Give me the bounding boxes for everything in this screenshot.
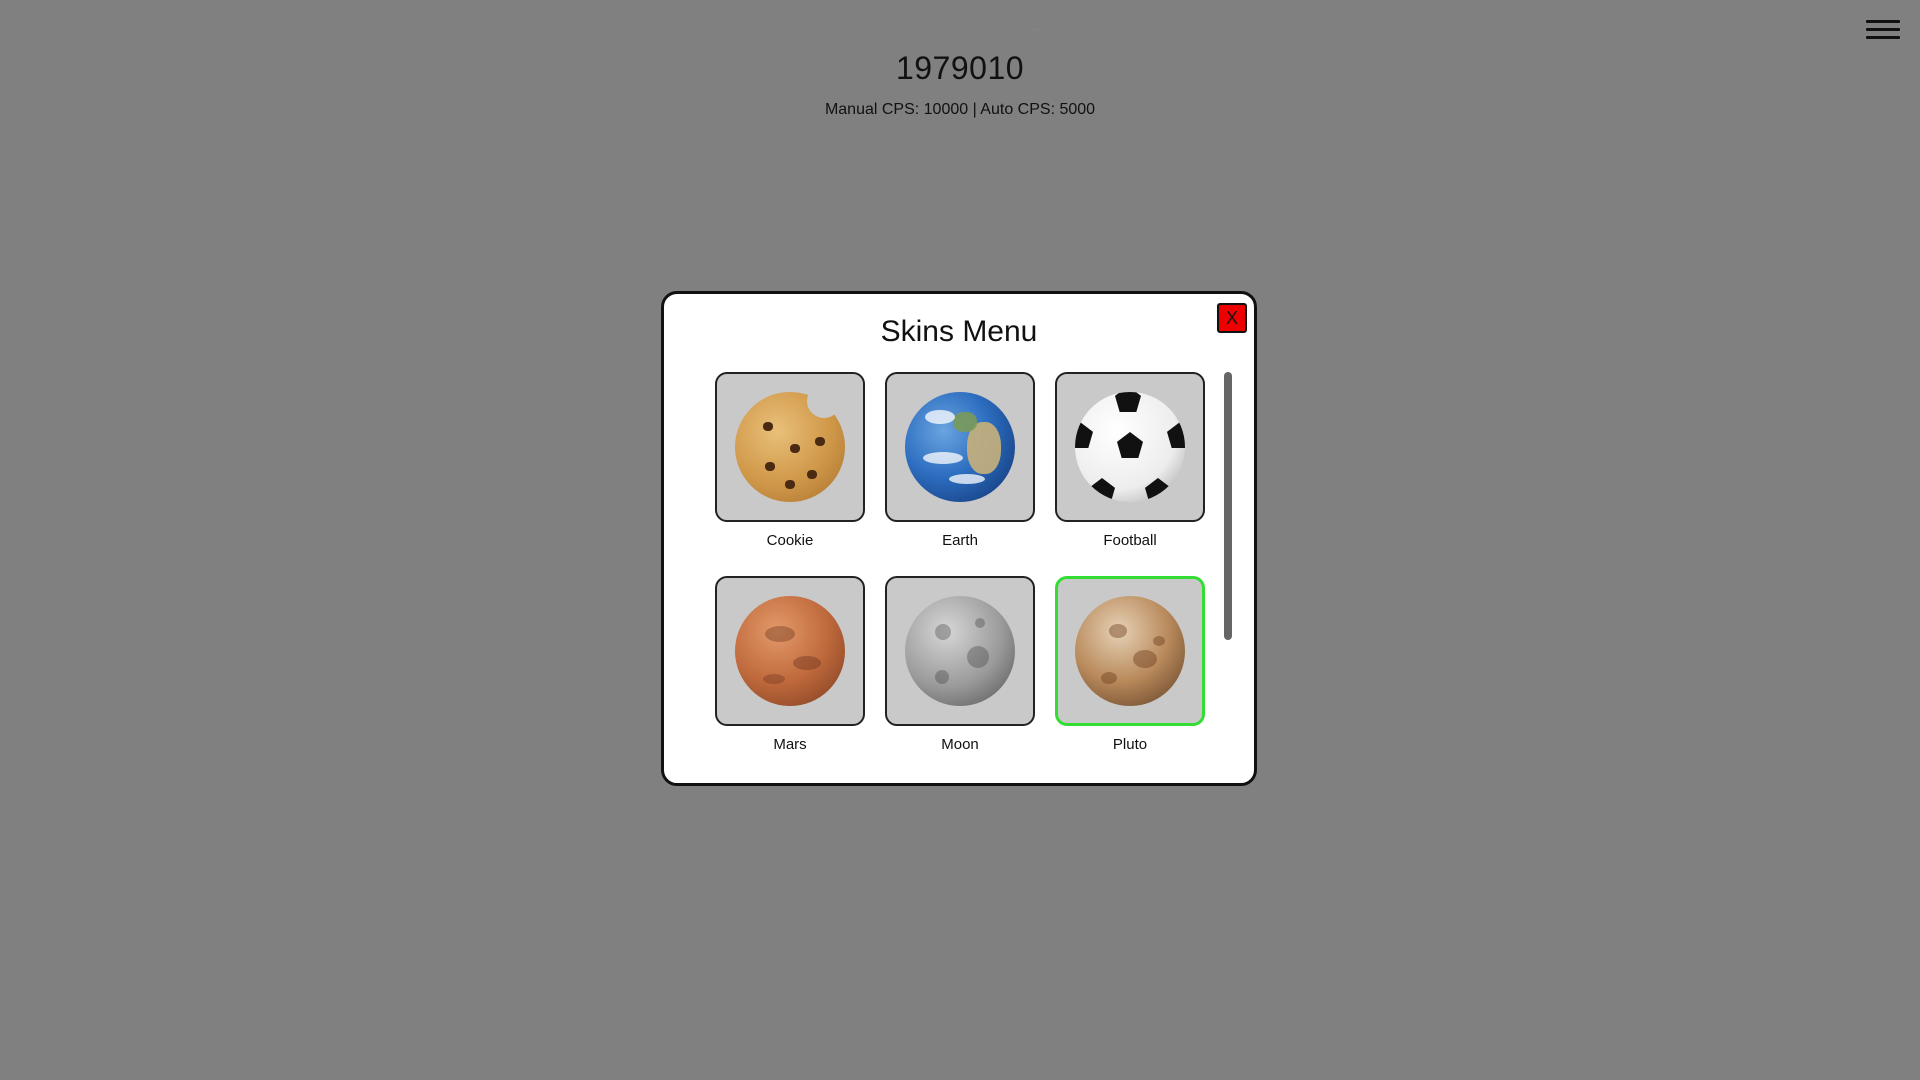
skin-moon[interactable]: Moon bbox=[885, 576, 1035, 753]
skin-earth[interactable]: Earth bbox=[885, 372, 1035, 549]
skin-label: Cookie bbox=[766, 532, 814, 549]
scrollbar-thumb[interactable] bbox=[1224, 372, 1232, 640]
cookie-icon bbox=[735, 384, 845, 502]
football-icon bbox=[1075, 392, 1185, 502]
skin-label: Earth bbox=[942, 532, 978, 549]
menu-line bbox=[1866, 20, 1900, 23]
skins-grid: Cookie Earth Football Mars Moon Pluto bbox=[715, 372, 1210, 753]
skin-football[interactable]: Football bbox=[1055, 372, 1205, 549]
skin-tile bbox=[885, 576, 1035, 726]
earth-icon bbox=[905, 392, 1015, 502]
skin-label: Mars bbox=[773, 736, 807, 753]
skin-label: Pluto bbox=[1112, 736, 1148, 753]
scrollbar[interactable] bbox=[1224, 372, 1232, 640]
faint-header-text: ··· bbox=[1030, 22, 1042, 36]
moon-icon bbox=[905, 596, 1015, 706]
skin-tile bbox=[715, 372, 865, 522]
skin-label: Moon bbox=[941, 736, 979, 753]
skin-label: Football bbox=[1103, 532, 1157, 549]
skin-pluto[interactable]: Pluto bbox=[1055, 576, 1205, 753]
skin-cookie[interactable]: Cookie bbox=[715, 372, 865, 549]
skin-tile bbox=[715, 576, 865, 726]
cps-display: Manual CPS: 10000 | Auto CPS: 5000 bbox=[824, 101, 1096, 118]
menu-line bbox=[1866, 36, 1900, 39]
skin-tile-selected bbox=[1055, 576, 1205, 726]
mars-icon bbox=[735, 596, 845, 706]
modal-title: Skins Menu bbox=[880, 315, 1038, 348]
skin-tile bbox=[885, 372, 1035, 522]
skin-mars[interactable]: Mars bbox=[715, 576, 865, 753]
pluto-icon bbox=[1075, 596, 1185, 706]
close-button[interactable]: X bbox=[1217, 303, 1247, 333]
skins-modal: Skins Menu X Cookie Earth Football Mars … bbox=[661, 291, 1257, 786]
score-counter: 1979010 bbox=[895, 50, 1025, 86]
skin-tile bbox=[1055, 372, 1205, 522]
menu-line bbox=[1866, 28, 1900, 31]
hamburger-menu-icon[interactable] bbox=[1866, 20, 1900, 44]
